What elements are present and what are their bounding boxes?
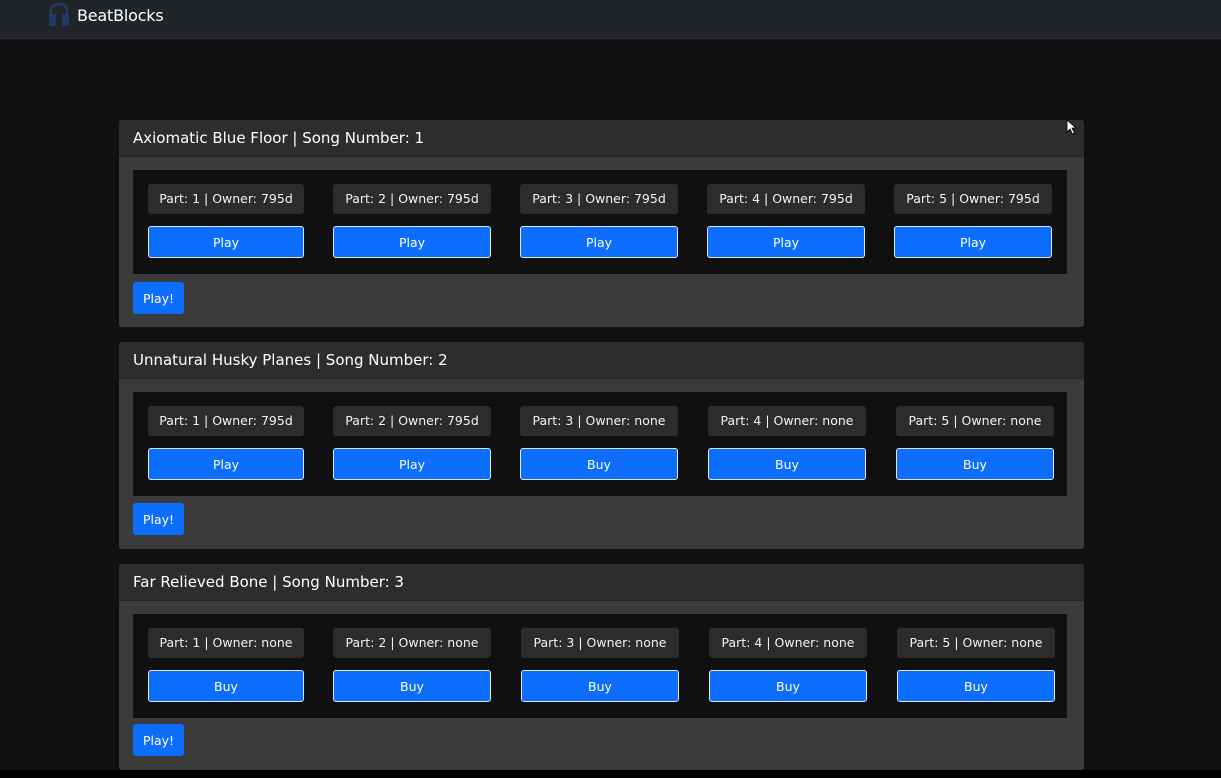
part-buy-button[interactable]: Buy xyxy=(897,670,1055,702)
part-owner-label: Part: 4 | Owner: 795d xyxy=(707,184,865,214)
part-buy-button[interactable]: Buy xyxy=(708,448,866,480)
song-header: Axiomatic Blue Floor | Song Number: 1 xyxy=(119,120,1084,157)
bottom-edge xyxy=(0,770,1221,778)
part-owner-label: Part: 2 | Owner: none xyxy=(333,628,491,658)
part-play-button[interactable]: Play xyxy=(148,448,304,480)
part-cell: Part: 2 | Owner: 795d Play xyxy=(319,392,503,496)
part-cell: Part: 3 | Owner: 795d Play xyxy=(506,170,690,274)
part-owner-label: Part: 2 | Owner: 795d xyxy=(333,406,491,436)
part-owner-label: Part: 1 | Owner: 795d xyxy=(148,406,304,436)
part-cell: Part: 1 | Owner: none Buy xyxy=(133,614,317,718)
play-song-button[interactable]: Play! xyxy=(133,282,184,314)
part-buy-button[interactable]: Buy xyxy=(709,670,867,702)
part-cell: Part: 4 | Owner: 795d Play xyxy=(693,170,877,274)
part-cell: Part: 1 | Owner: 795d Play xyxy=(133,170,317,274)
part-buy-button[interactable]: Buy xyxy=(521,670,679,702)
part-cell: Part: 3 | Owner: none Buy xyxy=(507,614,693,718)
part-buy-button[interactable]: Buy xyxy=(333,670,491,702)
part-owner-label: Part: 5 | Owner: none xyxy=(896,406,1054,436)
brand-name: BeatBlocks xyxy=(77,5,164,25)
song-card: Far Relieved Bone | Song Number: 3 Part:… xyxy=(119,564,1084,770)
mouse-cursor-icon xyxy=(1066,119,1078,135)
song-card: Axiomatic Blue Floor | Song Number: 1 Pa… xyxy=(119,120,1084,327)
part-play-button[interactable]: Play xyxy=(894,226,1052,258)
navbar: BeatBlocks xyxy=(0,0,1221,39)
play-song-button[interactable]: Play! xyxy=(133,724,184,756)
brand[interactable]: BeatBlocks xyxy=(46,2,164,28)
part-cell: Part: 5 | Owner: 795d Play xyxy=(880,170,1067,274)
part-play-button[interactable]: Play xyxy=(148,226,304,258)
part-cell: Part: 4 | Owner: none Buy xyxy=(695,614,881,718)
part-owner-label: Part: 3 | Owner: none xyxy=(520,406,678,436)
part-owner-label: Part: 4 | Owner: none xyxy=(708,406,866,436)
song-card: Unnatural Husky Planes | Song Number: 2 … xyxy=(119,342,1084,549)
part-owner-label: Part: 3 | Owner: 795d xyxy=(520,184,678,214)
part-owner-label: Part: 3 | Owner: none xyxy=(521,628,679,658)
part-owner-label: Part: 5 | Owner: none xyxy=(897,628,1055,658)
part-cell: Part: 3 | Owner: none Buy xyxy=(506,392,690,496)
part-buy-button[interactable]: Buy xyxy=(520,448,678,480)
song-header: Far Relieved Bone | Song Number: 3 xyxy=(119,564,1084,601)
part-play-button[interactable]: Play xyxy=(520,226,678,258)
part-cell: Part: 2 | Owner: none Buy xyxy=(319,614,505,718)
play-song-button[interactable]: Play! xyxy=(133,503,184,535)
part-play-button[interactable]: Play xyxy=(333,448,491,480)
part-owner-label: Part: 1 | Owner: none xyxy=(148,628,304,658)
part-owner-label: Part: 1 | Owner: 795d xyxy=(148,184,304,214)
parts-row: Part: 1 | Owner: none Buy Part: 2 | Owne… xyxy=(133,614,1067,718)
part-cell: Part: 4 | Owner: none Buy xyxy=(693,392,879,496)
part-cell: Part: 1 | Owner: 795d Play xyxy=(133,392,317,496)
parts-row: Part: 1 | Owner: 795d Play Part: 2 | Own… xyxy=(133,392,1067,496)
part-play-button[interactable]: Play xyxy=(333,226,491,258)
part-buy-button[interactable]: Buy xyxy=(148,670,304,702)
part-owner-label: Part: 2 | Owner: 795d xyxy=(333,184,491,214)
part-cell: Part: 2 | Owner: 795d Play xyxy=(319,170,503,274)
headphones-icon xyxy=(49,2,69,26)
part-buy-button[interactable]: Buy xyxy=(896,448,1054,480)
part-owner-label: Part: 4 | Owner: none xyxy=(709,628,867,658)
part-play-button[interactable]: Play xyxy=(707,226,865,258)
part-owner-label: Part: 5 | Owner: 795d xyxy=(894,184,1052,214)
part-cell: Part: 5 | Owner: none Buy xyxy=(883,614,1067,718)
song-header: Unnatural Husky Planes | Song Number: 2 xyxy=(119,342,1084,379)
part-cell: Part: 5 | Owner: none Buy xyxy=(882,392,1067,496)
parts-row: Part: 1 | Owner: 795d Play Part: 2 | Own… xyxy=(133,170,1067,274)
